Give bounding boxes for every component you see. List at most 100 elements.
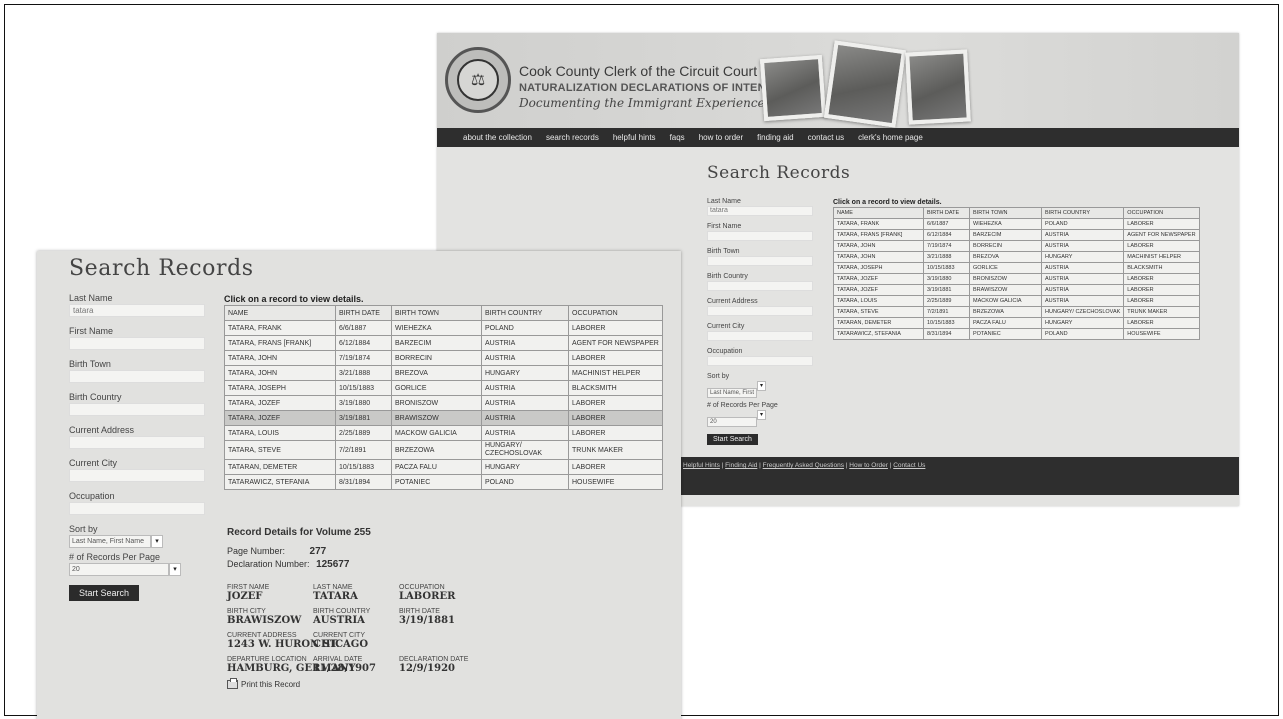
cell-birth-date[interactable]: 6/12/1884 [923, 229, 970, 241]
cell-name[interactable]: TATARA, JOSEPH [224, 380, 336, 396]
cell-name[interactable]: TATARA, JOZEF [224, 410, 336, 426]
print-record-label[interactable]: Print this Record [241, 680, 300, 689]
cell-name[interactable]: TATARA, JOSEPH [833, 262, 924, 274]
col-birth-country[interactable]: BIRTH COUNTRY [1040, 207, 1125, 219]
col-occupation[interactable]: OCCUPATION [568, 305, 663, 321]
cell-occupation[interactable]: AGENT FOR NEWSPAPER [568, 335, 663, 351]
cell-birth-date[interactable]: 3/19/1880 [923, 273, 970, 285]
table-row[interactable]: TATARAN, DEMETER 10/15/1883 PACZA FALU HUNG… [833, 317, 1200, 329]
per-page-select[interactable]: 20 [69, 563, 169, 576]
cell-birth-country[interactable]: AUSTRIA [481, 350, 569, 366]
cell-occupation[interactable]: LABORER [568, 395, 663, 411]
chevron-down-icon[interactable]: ▾ [757, 381, 766, 391]
cell-birth-date[interactable]: 10/15/1883 [335, 459, 392, 475]
cell-birth-town[interactable]: BARZECIM [391, 335, 482, 351]
col-birth-country[interactable]: BIRTH COUNTRY [481, 305, 569, 321]
cook-county-seal-logo[interactable]: ⚖ [445, 47, 511, 113]
cell-birth-town[interactable]: GORLICE [969, 262, 1042, 274]
col-birth-town[interactable]: BIRTH TOWN [391, 305, 482, 321]
cell-birth-date[interactable]: 10/15/1883 [335, 380, 392, 396]
cell-occupation[interactable]: LABORER [568, 459, 663, 475]
cell-birth-town[interactable]: BORRECIN [969, 240, 1042, 252]
occupation-input[interactable] [69, 502, 205, 515]
table-row[interactable]: TATARA, JOHN 3/21/1888 BREZOVA HUNGARY MACHI… [833, 251, 1200, 263]
table-row[interactable]: TATARA, JOSEPH 10/15/1883 GORLICE AUSTRIA BL… [224, 380, 663, 396]
cell-birth-town[interactable]: POTANIEC [969, 328, 1042, 340]
last-name-input[interactable]: tatara [707, 206, 813, 216]
birth-country-input[interactable] [707, 281, 813, 291]
cell-birth-country[interactable]: POLAND [481, 320, 569, 336]
cell-birth-town[interactable]: BREZOVA [969, 251, 1042, 263]
cell-birth-date[interactable]: 2/25/1889 [923, 295, 970, 307]
cell-birth-town[interactable]: POTANIEC [391, 474, 482, 490]
col-name[interactable]: NAME [224, 305, 336, 321]
cell-birth-country[interactable]: AUSTRIA [1040, 262, 1125, 274]
cell-occupation[interactable]: LABORER [568, 320, 663, 336]
table-row[interactable]: TATARA, JOZEF 3/19/1880 BRONISZOW AUSTRIA LA… [224, 395, 663, 411]
cell-birth-country[interactable]: AUSTRIA [481, 425, 569, 441]
nav-contact-us[interactable]: contact us [808, 133, 844, 142]
cell-birth-country[interactable]: AUSTRIA [481, 410, 569, 426]
cell-birth-country[interactable]: HUNGARY [1040, 251, 1125, 263]
per-page-select[interactable]: 20 [707, 417, 757, 427]
nav-clerks-home-page[interactable]: clerk's home page [858, 133, 923, 142]
col-occupation[interactable]: OCCUPATION [1123, 207, 1200, 219]
chevron-down-icon[interactable]: ▾ [757, 410, 766, 420]
cell-birth-date[interactable]: 3/21/1888 [923, 251, 970, 263]
cell-birth-town[interactable]: BRZEZOWA [391, 440, 482, 460]
nav-search-records[interactable]: search records [546, 133, 599, 142]
cell-occupation[interactable]: HOUSEWIFE [1123, 328, 1200, 340]
current-address-input[interactable] [707, 306, 813, 316]
cell-birth-date[interactable]: 7/19/1874 [335, 350, 392, 366]
cell-birth-date[interactable]: 8/31/1894 [335, 474, 392, 490]
cell-birth-date[interactable]: 10/15/1883 [923, 262, 970, 274]
cell-name[interactable]: TATARA, JOHN [833, 240, 924, 252]
table-row[interactable]: TATARAWICZ, STEFANIA 8/31/1894 POTANIEC POL… [833, 328, 1200, 340]
cell-birth-town[interactable]: BREZOVA [391, 365, 482, 381]
table-row[interactable]: TATARA, FRANS [FRANK] 6/12/1884 BARZECIM AU… [833, 229, 1200, 241]
cell-birth-date[interactable]: 10/15/1883 [923, 317, 970, 329]
cell-birth-town[interactable]: GORLICE [391, 380, 482, 396]
cell-name[interactable]: TATARAN, DEMETER [833, 317, 924, 329]
table-row[interactable]: TATARA, JOZEF 3/19/1881 BRAWISZOW AUSTRIA LA… [224, 410, 663, 426]
cell-name[interactable]: TATARA, JOHN [224, 350, 336, 366]
print-record-link[interactable]: Print this Record [227, 678, 527, 689]
chevron-down-icon[interactable]: ▾ [151, 535, 163, 548]
cell-name[interactable]: TATARA, JOHN [833, 251, 924, 263]
nav-how-to-order[interactable]: how to order [699, 133, 743, 142]
cell-name[interactable]: TATARA, STEVE [833, 306, 924, 318]
cell-birth-country[interactable]: HUNGARY [481, 459, 569, 475]
cell-birth-town[interactable]: MACKOW GALICIA [391, 425, 482, 441]
cell-birth-town[interactable]: BORRECIN [391, 350, 482, 366]
table-row[interactable]: TATARAWICZ, STEFANIA 8/31/1894 POTANIEC POL… [224, 474, 663, 490]
cell-occupation[interactable]: LABORER [568, 410, 663, 426]
cell-birth-town[interactable]: MACKOW GALICIA [969, 295, 1042, 307]
cell-occupation[interactable]: LABORER [1123, 218, 1200, 230]
nav-faqs[interactable]: faqs [670, 133, 685, 142]
cell-birth-town[interactable]: BRAWISZOW [969, 284, 1042, 296]
cell-occupation[interactable]: LABORER [568, 350, 663, 366]
cell-name[interactable]: TATARA, FRANS [FRANK] [833, 229, 924, 241]
table-row[interactable]: TATARA, FRANK 6/6/1887 WIEHEZKA POLAND LABOR… [833, 218, 1200, 230]
nav-finding-aid[interactable]: finding aid [757, 133, 793, 142]
table-row[interactable]: TATARA, LOUIS 2/25/1889 MACKOW GALICIA AUST… [224, 425, 663, 441]
first-name-input[interactable] [707, 231, 813, 241]
cell-birth-date[interactable]: 3/21/1888 [335, 365, 392, 381]
cell-birth-country[interactable]: HUNGARY [1040, 317, 1125, 329]
cell-birth-date[interactable]: 2/25/1889 [335, 425, 392, 441]
cell-name[interactable]: TATARA, JOZEF [833, 273, 924, 285]
cell-birth-country[interactable]: HUNGARY/ CZECHOSLOVAK [1040, 306, 1125, 318]
cell-birth-town[interactable]: WIEHEZKA [969, 218, 1042, 230]
chevron-down-icon[interactable]: ▾ [169, 563, 181, 576]
birth-town-input[interactable] [707, 256, 813, 266]
cell-birth-date[interactable]: 3/19/1880 [335, 395, 392, 411]
table-row[interactable]: TATARA, STEVE 7/2/1891 BRZEZOWA HUNGARY/ CZ… [833, 306, 1200, 318]
cell-birth-date[interactable]: 6/6/1887 [923, 218, 970, 230]
cell-occupation[interactable]: LABORER [1123, 295, 1200, 307]
cell-birth-town[interactable]: PACZA FALU [391, 459, 482, 475]
footer-link-finding-aid[interactable]: Finding Aid [725, 462, 757, 469]
table-row[interactable]: TATARA, JOZEF 3/19/1881 BRAWISZOW AUSTRIA LA… [833, 284, 1200, 296]
table-row[interactable]: TATARA, FRANS [FRANK] 6/12/1884 BARZECIM AU… [224, 335, 663, 351]
cell-name[interactable]: TATARA, FRANK [224, 320, 336, 336]
cell-birth-country[interactable]: POLAND [1040, 218, 1125, 230]
